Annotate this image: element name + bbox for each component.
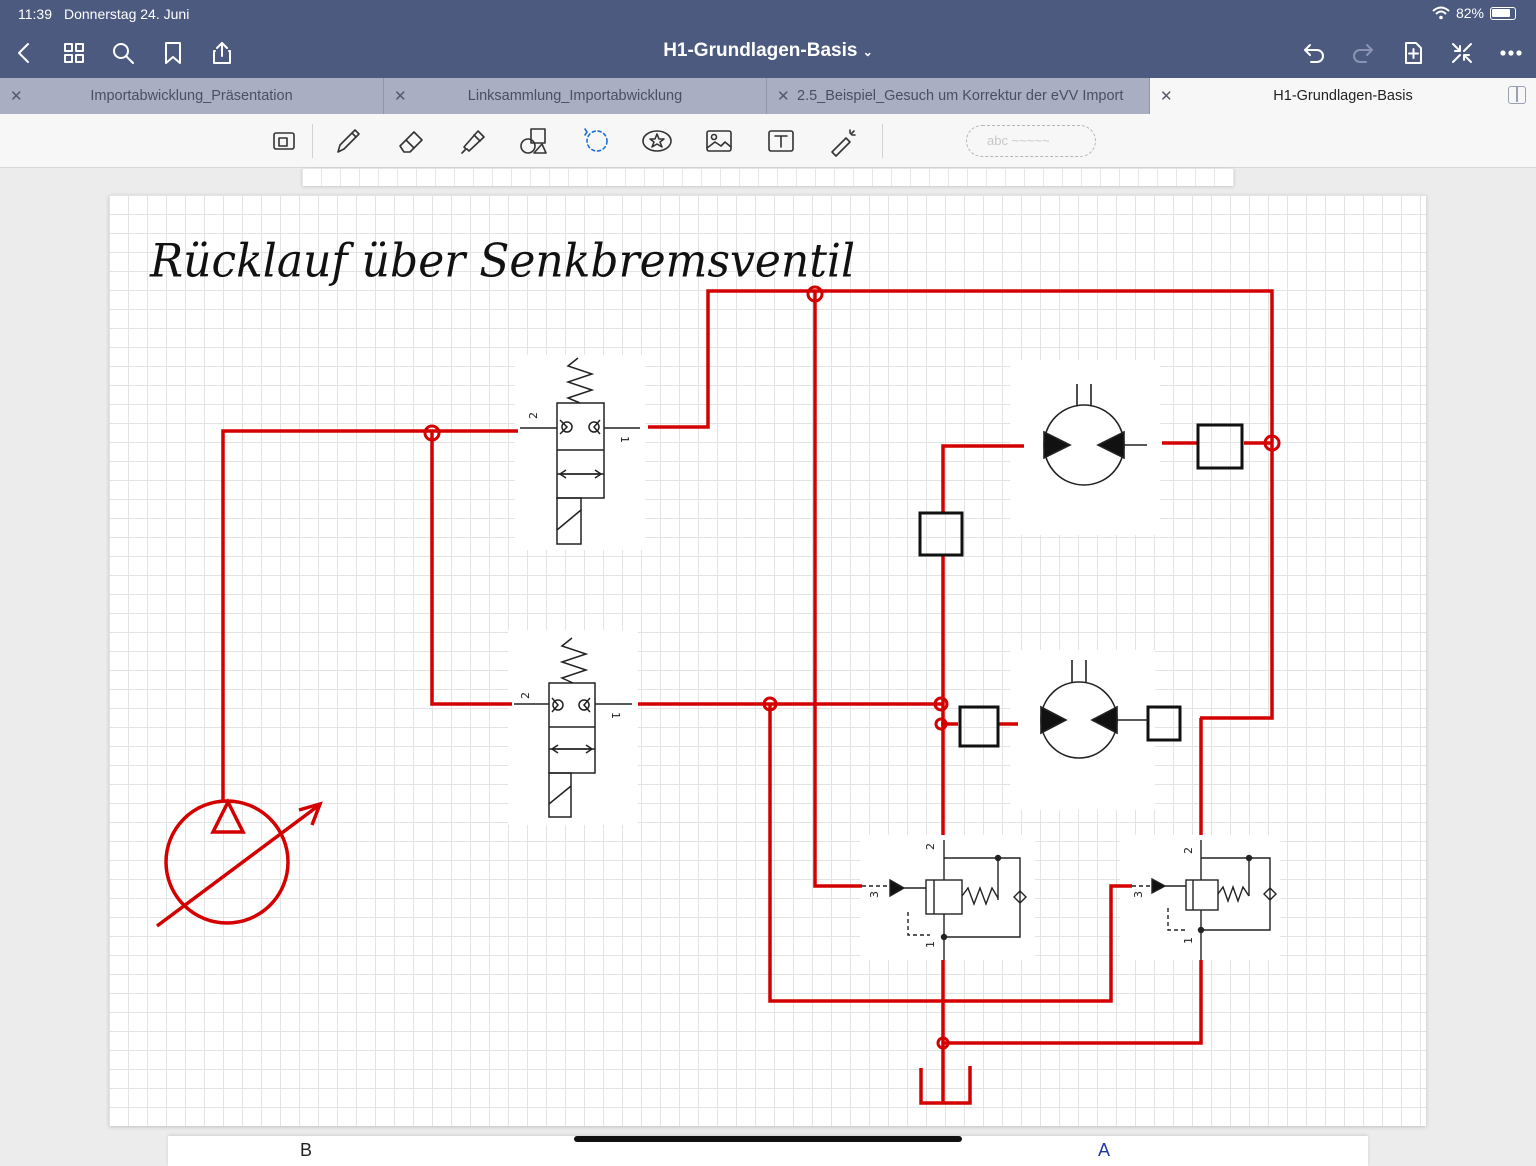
sticker-icon xyxy=(642,130,672,152)
close-icon[interactable]: ✕ xyxy=(777,87,790,105)
lasso-icon xyxy=(584,128,608,152)
shapes-tool[interactable] xyxy=(518,124,552,158)
text-tool[interactable] xyxy=(764,124,798,158)
shapes-icon xyxy=(520,128,547,154)
tab-label: H1-Grundlagen-Basis xyxy=(1273,88,1413,104)
zoom-window-icon xyxy=(273,132,295,150)
add-page-button[interactable] xyxy=(1397,37,1429,69)
tab-label: 2.5_Beispiel_Gesuch um Korrektur der eVV… xyxy=(797,88,1124,104)
zoom-window-tool[interactable] xyxy=(268,124,302,158)
tab-beispiel-gesuch[interactable]: ✕ 2.5_Beispiel_Gesuch um Korrektur der e… xyxy=(767,78,1150,114)
highlighter-tool[interactable] xyxy=(456,124,490,158)
tab-bar: ✕ Importabwicklung_Präsentation ✕ Linksa… xyxy=(0,78,1536,114)
toolbar-divider xyxy=(882,124,883,158)
eraser-tool[interactable] xyxy=(394,124,428,158)
status-time: 11:39 xyxy=(18,6,52,22)
pen-icon xyxy=(337,129,360,153)
tab-h1-grundlagen[interactable]: ✕ H1-Grundlagen-Basis xyxy=(1150,78,1536,114)
page-handwritten-title: Rücklauf über Senkbremsventil xyxy=(150,234,856,289)
tab-linksammlung[interactable]: ✕ Linksammlung_Importabwicklung xyxy=(384,78,767,114)
more-button[interactable] xyxy=(1495,37,1527,69)
pen-tool[interactable] xyxy=(331,124,365,158)
highlighter-icon xyxy=(461,130,485,154)
lasso-tool[interactable] xyxy=(579,124,613,158)
status-date: Donnerstag 24. Juni xyxy=(64,6,190,22)
image-tool[interactable] xyxy=(702,124,736,158)
laser-pointer-tool[interactable] xyxy=(826,124,860,158)
status-bar: 11:39 Donnerstag 24. Juni 82% xyxy=(0,0,1536,28)
eraser-icon xyxy=(399,131,423,153)
tab-label: Importabwicklung_Präsentation xyxy=(90,88,293,104)
undo-button[interactable] xyxy=(1298,37,1330,69)
notebook-page[interactable] xyxy=(109,195,1426,1126)
redo-icon xyxy=(1353,44,1373,63)
text-box-icon xyxy=(768,130,794,152)
wifi-icon xyxy=(1432,6,1450,20)
more-icon xyxy=(1500,50,1522,56)
collapse-arrows-icon xyxy=(1452,43,1472,63)
add-page-icon xyxy=(1405,42,1422,64)
tab-label: Linksammlung_Importabwicklung xyxy=(467,88,683,104)
home-indicator xyxy=(574,1136,962,1142)
toolbar-divider xyxy=(312,124,313,158)
status-right: 82% xyxy=(1432,5,1516,21)
chevron-down-icon: ⌄ xyxy=(862,45,873,59)
elements-tool[interactable] xyxy=(640,124,674,158)
battery-percent: 82% xyxy=(1455,5,1484,21)
redo-button[interactable] xyxy=(1347,37,1379,69)
previous-page[interactable] xyxy=(302,168,1234,186)
nav-bar: H1-Grundlagen-Basis ⌄ xyxy=(0,28,1536,78)
tab-importabwicklung[interactable]: ✕ Importabwicklung_Präsentation xyxy=(0,78,384,114)
document-title-text: H1-Grundlagen-Basis xyxy=(663,40,858,61)
handwriting-input[interactable]: abc ~~~~~ xyxy=(966,125,1096,157)
battery-icon xyxy=(1490,6,1516,20)
split-view-icon[interactable] xyxy=(1508,86,1526,104)
document-title-dropdown[interactable]: H1-Grundlagen-Basis ⌄ xyxy=(663,40,873,61)
focus-button[interactable] xyxy=(1446,37,1478,69)
undo-icon xyxy=(1304,44,1324,63)
image-icon xyxy=(706,130,732,152)
drawing-toolbar: abc ~~~~~ xyxy=(0,114,1536,168)
laser-pointer-icon xyxy=(831,129,856,157)
